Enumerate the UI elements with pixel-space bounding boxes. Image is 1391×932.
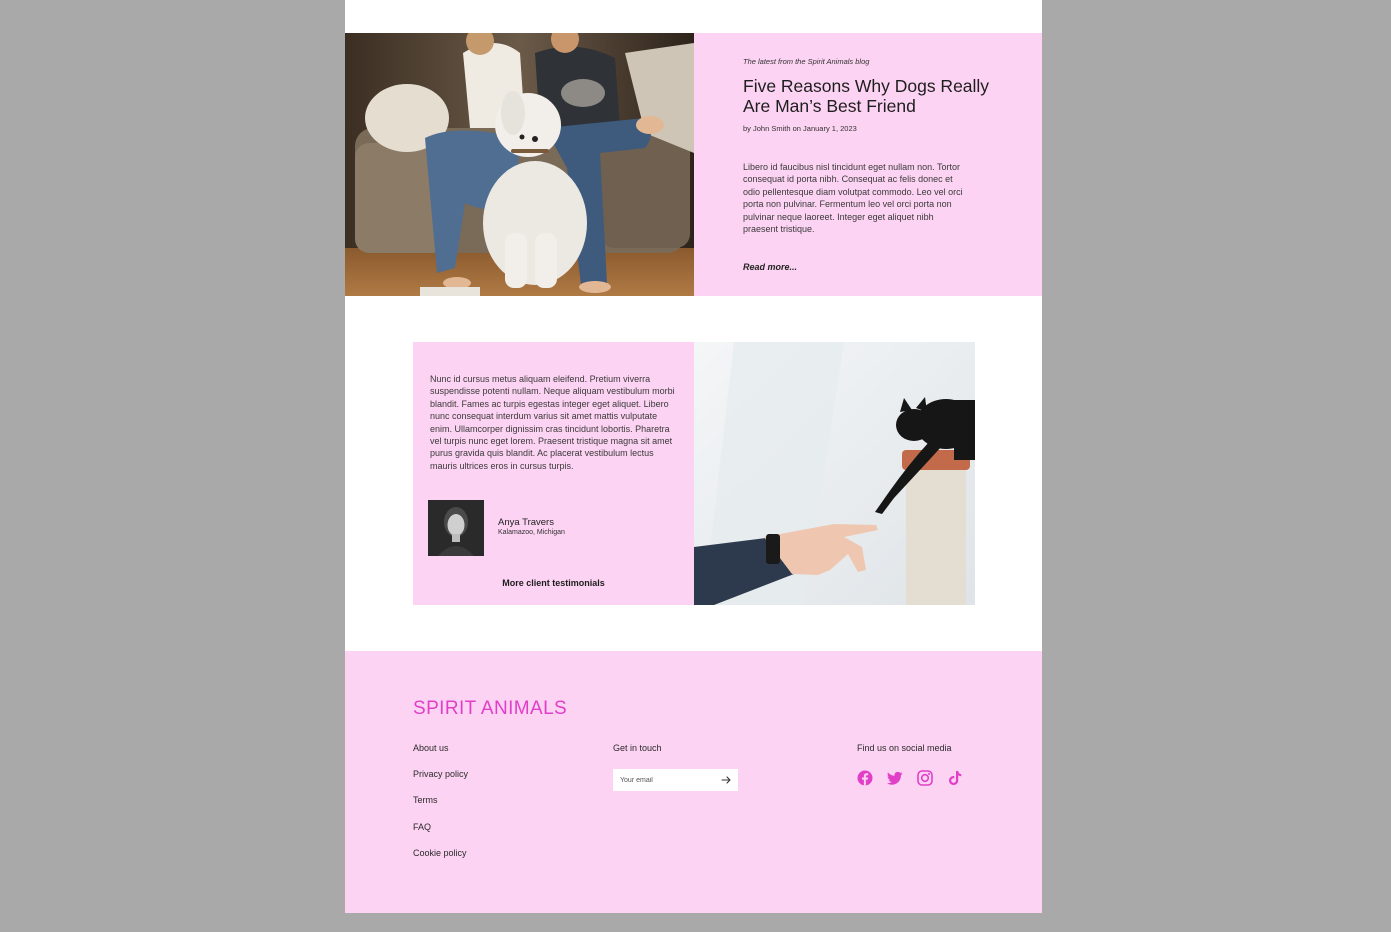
page: The latest from the Spirit Animals blog … bbox=[345, 0, 1042, 913]
footer-link-faq[interactable]: FAQ bbox=[413, 822, 431, 832]
instagram-icon[interactable] bbox=[917, 770, 933, 786]
footer-link-privacy-policy[interactable]: Privacy policy bbox=[413, 769, 468, 779]
footer-link-item: Privacy policy bbox=[413, 769, 468, 795]
footer-link-item: FAQ bbox=[413, 822, 468, 848]
tiktok-icon[interactable] bbox=[947, 770, 963, 786]
email-field[interactable] bbox=[613, 769, 713, 791]
blog-text-panel: The latest from the Spirit Animals blog … bbox=[694, 33, 1042, 296]
testimonial-quote: Nunc id cursus metus aliquam eleifend. P… bbox=[430, 374, 675, 471]
testimonial-author-name: Anya Travers bbox=[498, 517, 554, 528]
avatar bbox=[428, 500, 484, 556]
footer-link-about-us[interactable]: About us bbox=[413, 743, 449, 753]
testimonial-panel: Nunc id cursus metus aliquam eleifend. P… bbox=[413, 342, 694, 605]
contact-heading: Get in touch bbox=[613, 743, 662, 753]
facebook-icon[interactable] bbox=[857, 770, 873, 786]
footer-link-cookie-policy[interactable]: Cookie policy bbox=[413, 848, 467, 858]
footer-link-item: Cookie policy bbox=[413, 848, 468, 874]
social-heading: Find us on social media bbox=[857, 743, 952, 753]
blog-byline: by John Smith on January 1, 2023 bbox=[743, 124, 857, 133]
brand-logo[interactable]: SPIRIT ANIMALS bbox=[413, 698, 567, 720]
testimonial-section: Nunc id cursus metus aliquam eleifend. P… bbox=[413, 342, 975, 605]
couple-with-dog-photo bbox=[345, 33, 694, 296]
twitter-icon[interactable] bbox=[887, 770, 903, 786]
testimonial-author-location: Kalamazoo, Michigan bbox=[498, 529, 565, 536]
blog-post-title[interactable]: Five Reasons Why Dogs Really Are Man’s B… bbox=[743, 76, 1003, 116]
footer-link-terms[interactable]: Terms bbox=[413, 795, 438, 805]
footer-link-item: About us bbox=[413, 743, 468, 769]
email-submit-button[interactable] bbox=[714, 769, 738, 791]
blog-feature: The latest from the Spirit Animals blog … bbox=[345, 33, 1042, 296]
hand-and-cat-photo bbox=[694, 342, 975, 605]
newsletter-form bbox=[613, 769, 738, 791]
blog-excerpt: Libero id faucibus nisl tincidunt eget n… bbox=[743, 162, 963, 235]
footer-link-item: Terms bbox=[413, 795, 468, 821]
footer: SPIRIT ANIMALS About us Privacy policy T… bbox=[345, 651, 1042, 913]
footer-links: About us Privacy policy Terms FAQ Cookie… bbox=[413, 743, 468, 874]
read-more-link[interactable]: Read more... bbox=[743, 262, 797, 272]
arrow-right-icon bbox=[721, 776, 731, 784]
more-testimonials-link[interactable]: More client testimonials bbox=[413, 578, 694, 588]
blog-kicker: The latest from the Spirit Animals blog bbox=[743, 57, 870, 66]
